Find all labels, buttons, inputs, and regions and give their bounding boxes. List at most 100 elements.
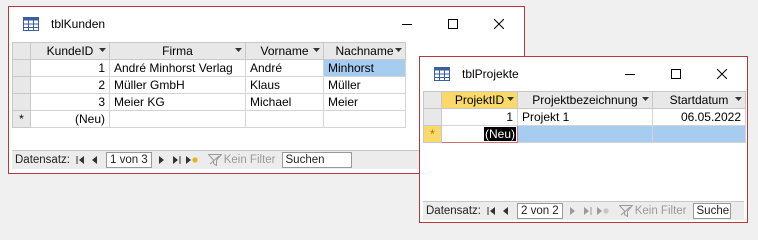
maximize-icon — [448, 19, 458, 29]
record-position-field[interactable]: 1 von 3 — [105, 152, 152, 168]
cell-kundeid[interactable]: 3 — [30, 93, 110, 111]
column-header-nachname[interactable]: Nachname — [323, 42, 406, 60]
select-all-corner[interactable] — [12, 42, 31, 60]
next-record-button[interactable] — [156, 153, 169, 167]
table-icon — [23, 17, 39, 31]
cell-startdatum[interactable]: 06.05.2022 — [652, 108, 746, 126]
new-record-cell-active[interactable]: (Neu) — [441, 125, 518, 143]
last-record-icon — [172, 156, 181, 164]
minimize-icon — [625, 74, 635, 75]
cell-vorname[interactable]: Michael — [245, 93, 324, 111]
dropdown-arrow-icon[interactable] — [642, 97, 649, 102]
row-selector[interactable] — [12, 59, 31, 77]
column-header-startdatum[interactable]: Startdatum — [652, 91, 746, 109]
next-record-button[interactable] — [567, 204, 580, 218]
new-record-label: (Neu) — [483, 127, 516, 141]
cell-vorname[interactable]: André — [245, 59, 324, 77]
close-icon — [717, 69, 727, 79]
maximize-button[interactable] — [430, 7, 476, 41]
datasheet-grid: ProjektID Projektbezeichnung Startdatum … — [423, 91, 746, 143]
previous-record-button[interactable] — [89, 153, 102, 167]
new-row-selector[interactable]: * — [12, 110, 31, 128]
next-record-icon — [570, 207, 576, 215]
new-record-cell[interactable] — [517, 125, 653, 143]
dropdown-arrow-icon[interactable] — [395, 48, 402, 53]
new-record-icon — [186, 156, 199, 164]
new-record-cell[interactable]: (Neu) — [30, 110, 110, 128]
filter-indicator[interactable]: Kein Filter — [618, 205, 687, 217]
first-record-button[interactable] — [485, 204, 498, 218]
new-record-icon — [597, 207, 610, 215]
window-title: tblProjekte — [462, 67, 519, 81]
new-record-row: * (Neu) — [423, 125, 746, 143]
record-position-field[interactable]: 2 von 2 — [516, 203, 563, 219]
header-row: ProjektID Projektbezeichnung Startdatum — [423, 91, 746, 109]
column-header-firma[interactable]: Firma — [109, 42, 246, 60]
new-record-cell[interactable] — [323, 110, 406, 128]
dropdown-arrow-icon[interactable] — [235, 48, 242, 53]
cell-projektbezeichnung[interactable]: Projekt 1 — [517, 108, 653, 126]
previous-record-button[interactable] — [500, 204, 513, 218]
maximize-button[interactable] — [653, 57, 699, 91]
table-row: 1 André Minhorst Verlag André Minhorst — [12, 59, 406, 77]
cell-kundeid[interactable]: 1 — [30, 59, 110, 77]
title-bar[interactable]: tblProjekte — [420, 57, 747, 91]
row-selector[interactable] — [12, 76, 31, 94]
cell-firma[interactable]: Meier KG — [109, 93, 246, 111]
select-all-corner[interactable] — [423, 91, 442, 109]
next-record-icon — [159, 156, 165, 164]
previous-record-icon — [92, 156, 98, 164]
close-button[interactable] — [699, 57, 745, 91]
header-row: KundeID Firma Vorname Nachname — [12, 42, 406, 60]
previous-record-icon — [503, 207, 509, 215]
filter-label: Kein Filter — [634, 205, 687, 217]
close-button[interactable] — [476, 7, 522, 41]
filter-icon — [618, 205, 633, 217]
cell-nachname[interactable]: Meier — [323, 93, 406, 111]
cell-firma[interactable]: Müller GmbH — [109, 76, 246, 94]
title-bar[interactable]: tblKunden — [9, 7, 524, 41]
last-record-button[interactable] — [582, 204, 595, 218]
dropdown-arrow-icon[interactable] — [735, 97, 742, 102]
last-record-icon — [583, 207, 592, 215]
search-box[interactable]: Suchen — [281, 152, 352, 168]
table-row: 1 Projekt 1 06.05.2022 — [423, 108, 746, 126]
cell-projektid[interactable]: 1 — [441, 108, 518, 126]
cell-kundeid[interactable]: 2 — [30, 76, 110, 94]
column-header-kundeid[interactable]: KundeID — [30, 42, 110, 60]
column-header-projektbezeichnung[interactable]: Projektbezeichnung — [517, 91, 653, 109]
dropdown-arrow-icon[interactable] — [313, 48, 320, 53]
record-label: Datensatz: — [15, 154, 70, 166]
cell-nachname[interactable]: Müller — [323, 76, 406, 94]
new-record-cell[interactable] — [245, 110, 324, 128]
first-record-icon — [76, 156, 84, 164]
new-record-button[interactable] — [186, 153, 199, 167]
column-header-vorname[interactable]: Vorname — [245, 42, 324, 60]
datasheet-grid: KundeID Firma Vorname Nachname 1 André M… — [12, 42, 406, 128]
filter-label: Kein Filter — [223, 154, 276, 166]
minimize-button[interactable] — [384, 7, 430, 41]
first-record-button[interactable] — [74, 153, 87, 167]
dropdown-arrow-icon[interactable] — [99, 48, 106, 53]
table-row: 3 Meier KG Michael Meier — [12, 93, 406, 111]
last-record-button[interactable] — [171, 153, 184, 167]
cell-nachname[interactable]: Minhorst — [323, 59, 406, 77]
new-record-row: * (Neu) — [12, 110, 406, 128]
new-record-cell[interactable] — [109, 110, 246, 128]
cell-vorname[interactable]: Klaus — [245, 76, 324, 94]
search-box[interactable]: Suche — [692, 203, 731, 219]
row-selector[interactable] — [12, 93, 31, 111]
table-icon — [434, 67, 450, 81]
new-record-button[interactable] — [597, 204, 610, 218]
record-navigation-bar: Datensatz: 2 von 2 Kein Filter Suche — [423, 201, 744, 220]
new-record-cell[interactable] — [652, 125, 746, 143]
first-record-icon — [487, 207, 495, 215]
cell-firma[interactable]: André Minhorst Verlag — [109, 59, 246, 77]
column-header-projektid[interactable]: ProjektID — [441, 91, 518, 109]
minimize-button[interactable] — [607, 57, 653, 91]
dropdown-arrow-icon[interactable] — [507, 97, 514, 102]
row-selector[interactable] — [423, 108, 442, 126]
filter-indicator[interactable]: Kein Filter — [207, 154, 276, 166]
filter-icon — [207, 154, 222, 166]
new-row-selector[interactable]: * — [423, 125, 442, 143]
